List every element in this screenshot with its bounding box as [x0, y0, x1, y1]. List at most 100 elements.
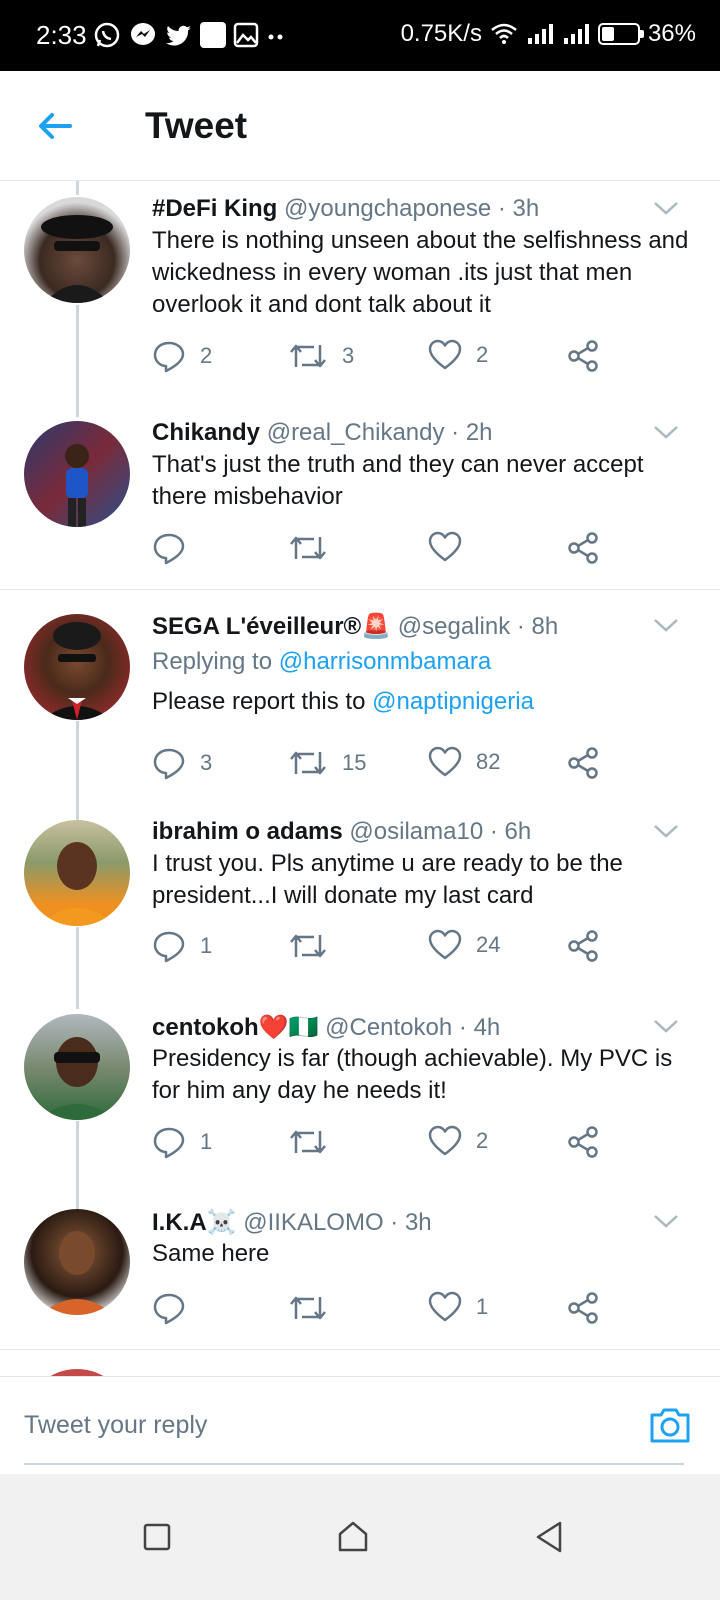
heart-icon — [428, 531, 462, 562]
tweet-time: · 8h — [516, 613, 559, 640]
signal-icon — [527, 24, 553, 44]
replying-to: Replying to @harrisonmbamara — [152, 648, 491, 676]
tweet-item[interactable]: I.K.A☠️ @IIKALOMO · 3h Same here 1 — [0, 1199, 720, 1349]
avatar[interactable] — [24, 614, 130, 720]
retweet-button[interactable] — [288, 531, 342, 565]
retweet-icon — [290, 1130, 326, 1154]
tweet-item[interactable]: SEGA L'éveilleur®🚨 @segalink · 8h Replyi… — [0, 590, 720, 810]
chevron-down-icon[interactable] — [652, 199, 680, 217]
tweet-actions: 1 — [152, 1291, 622, 1331]
retweet-icon — [290, 1296, 326, 1320]
share-icon — [568, 1126, 598, 1158]
tweet-item[interactable]: centokoh❤️🇳🇬 @Centokoh · 4h Presidency i… — [0, 1004, 720, 1199]
like-button[interactable]: 82 — [428, 746, 500, 778]
tweet-text-body: Please report this to — [152, 688, 366, 715]
display-name[interactable]: I.K.A☠️ — [152, 1209, 237, 1236]
chevron-down-icon[interactable] — [652, 1017, 680, 1035]
avatar[interactable] — [24, 197, 130, 303]
recents-icon[interactable] — [132, 1512, 182, 1562]
share-button[interactable] — [566, 1125, 600, 1159]
reply-icon — [153, 1127, 185, 1159]
heart-icon — [428, 339, 462, 370]
avatar[interactable] — [24, 1209, 130, 1315]
reply-button[interactable]: 3 — [152, 746, 212, 780]
header: Tweet — [0, 71, 720, 181]
more-dots-icon — [268, 34, 283, 40]
heart-icon — [428, 929, 462, 960]
retweet-icon — [290, 344, 326, 368]
tweet-item[interactable]: Chikandy @real_Chikandy · 2h That's just… — [0, 416, 720, 589]
status-bar: 2:33 0.75K/s 36% — [0, 0, 720, 71]
user-handle[interactable]: @osilama10 — [349, 818, 483, 845]
retweet-button[interactable] — [288, 929, 342, 963]
back-arrow-icon[interactable] — [30, 101, 80, 151]
retweet-icon — [290, 751, 326, 775]
share-button[interactable] — [566, 531, 600, 565]
battery-fill — [601, 27, 615, 41]
tweet-actions: 1 2 — [152, 1125, 622, 1165]
reply-button[interactable]: 2 — [152, 339, 212, 373]
display-name[interactable]: Chikandy — [152, 419, 260, 446]
avatar[interactable] — [24, 820, 130, 926]
share-button[interactable] — [566, 1291, 600, 1325]
retweet-button[interactable]: 3 — [288, 339, 354, 373]
tweet-text: Presidency is far (though achievable). M… — [152, 1045, 673, 1104]
heart-icon — [428, 746, 462, 777]
like-count: 2 — [476, 1128, 489, 1153]
reply-count: 1 — [200, 933, 213, 958]
retweet-icon — [290, 934, 326, 958]
reply-button[interactable]: 1 — [152, 929, 212, 963]
display-name[interactable]: ibrahim o adams — [152, 818, 343, 845]
replying-to-link[interactable]: @harrisonmbamara — [279, 648, 491, 675]
like-button[interactable]: 2 — [428, 1125, 488, 1157]
battery-icon — [597, 23, 644, 45]
avatar[interactable] — [24, 1014, 130, 1120]
mention-link[interactable]: @naptipnigeria — [372, 688, 534, 715]
reply-icon — [153, 931, 185, 963]
display-name[interactable]: SEGA L'éveilleur®🚨 — [152, 613, 391, 640]
camera-icon[interactable] — [648, 1405, 692, 1445]
tweet-actions: 2 3 2 — [152, 339, 622, 379]
heart-icon — [428, 1291, 462, 1322]
like-button[interactable] — [428, 531, 476, 563]
chevron-down-icon[interactable] — [652, 423, 680, 441]
like-button[interactable]: 1 — [428, 1291, 488, 1323]
reply-button[interactable] — [152, 1291, 200, 1325]
reply-button[interactable]: 1 — [152, 1125, 212, 1159]
user-handle[interactable]: @Centokoh — [325, 1014, 452, 1041]
chevron-down-icon[interactable] — [652, 1212, 680, 1230]
share-button[interactable] — [566, 746, 600, 780]
tweet-item[interactable]: #DeFi King @youngchaponese · 3h There is… — [0, 181, 720, 416]
retweet-button[interactable]: 15 — [288, 746, 366, 780]
display-name[interactable]: centokoh❤️🇳🇬 — [152, 1014, 318, 1041]
app-icon — [200, 22, 226, 48]
chevron-down-icon[interactable] — [652, 616, 680, 634]
share-button[interactable] — [566, 929, 600, 963]
user-handle[interactable]: @IIKALOMO — [243, 1209, 383, 1236]
avatar[interactable] — [24, 421, 130, 527]
reply-input[interactable]: Tweet your reply — [24, 1411, 207, 1440]
tweet-list[interactable]: #DeFi King @youngchaponese · 3h There is… — [0, 181, 720, 1376]
display-name[interactable]: #DeFi King — [152, 195, 277, 222]
reply-button[interactable] — [152, 531, 200, 565]
like-button[interactable]: 2 — [428, 339, 488, 371]
divider — [0, 1349, 720, 1350]
user-handle[interactable]: @real_Chikandy — [267, 419, 445, 446]
reply-icon — [153, 533, 185, 565]
user-handle[interactable]: @youngchaponese — [284, 195, 491, 222]
home-icon[interactable] — [328, 1512, 378, 1562]
retweet-button[interactable] — [288, 1125, 342, 1159]
whatsapp-icon — [94, 22, 120, 48]
retweet-icon — [290, 536, 326, 560]
notification-icons — [92, 20, 286, 50]
retweet-count: 3 — [342, 343, 355, 368]
chevron-down-icon[interactable] — [652, 822, 680, 840]
user-handle[interactable]: @segalink — [398, 613, 510, 640]
back-icon[interactable] — [524, 1512, 574, 1562]
battery-percent: 36% — [647, 20, 696, 47]
retweet-button[interactable] — [288, 1291, 342, 1325]
tweet-item[interactable]: ibrahim o adams @osilama10 · 6h I trust … — [0, 810, 720, 1004]
like-button[interactable]: 24 — [428, 929, 500, 961]
tweet-header: #DeFi King @youngchaponese · 3h — [152, 195, 539, 223]
share-button[interactable] — [566, 339, 600, 373]
